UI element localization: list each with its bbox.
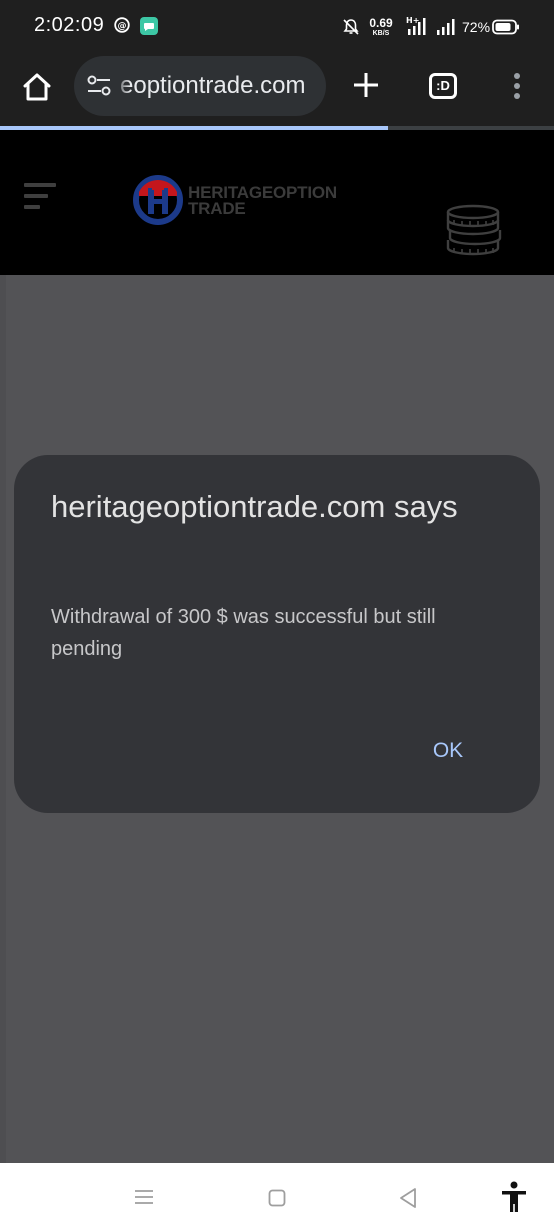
network-speed-unit: KB/S (372, 30, 390, 37)
url-fade (114, 56, 130, 116)
network-speed-value: 0.69 (369, 16, 393, 30)
svg-text:@: @ (118, 22, 127, 32)
home-square-icon[interactable] (268, 1189, 286, 1207)
dialog-title: heritageoptiontrade.com says (51, 489, 458, 524)
recents-icon[interactable] (134, 1187, 154, 1207)
coins-stack-icon[interactable] (442, 204, 506, 260)
browser-toolbar: eoptiontrade.com :D (0, 56, 554, 128)
battery-percent: 72% (462, 19, 491, 35)
system-navigation-bar (0, 1163, 554, 1231)
alert-dialog: heritageoptiontrade.com says Withdrawal … (14, 455, 540, 813)
app-notification-icon (140, 17, 158, 35)
plus-icon[interactable] (352, 71, 380, 99)
accessibility-icon[interactable] (500, 1181, 528, 1213)
status-time: 2:02:09 (34, 14, 105, 36)
network-speed: 0.69 KB/S (366, 17, 396, 37)
home-icon[interactable] (20, 70, 54, 104)
network-type-label: H+ (406, 16, 419, 25)
battery-icon (492, 19, 519, 35)
ok-button[interactable]: OK (416, 731, 480, 771)
site-logo-text[interactable]: HERITAGEOPTION TRADE (188, 184, 337, 218)
overflow-menu-icon[interactable] (510, 71, 524, 101)
dialog-message: Withdrawal of 300 $ was successful but s… (51, 606, 436, 660)
tab-switcher-icon[interactable]: :D (429, 73, 457, 99)
status-bar: 2:02:09 @ 0.69 KB/S H+ 72% (0, 0, 554, 56)
site-header: HERITAGEOPTION TRADE (0, 130, 554, 275)
url-text[interactable]: eoptiontrade.com (120, 72, 305, 100)
scrim-edge (0, 275, 6, 1163)
phone-screen: 2:02:09 @ 0.69 KB/S H+ 72% eoptiontrade.… (0, 0, 554, 1231)
mute-bell-icon (343, 19, 359, 35)
threads-icon: @ (114, 17, 130, 33)
site-logo-icon[interactable] (132, 174, 184, 226)
hamburger-menu-icon[interactable] (24, 183, 58, 213)
back-triangle-icon[interactable] (398, 1187, 418, 1209)
site-logo-line2: TRADE (188, 199, 246, 218)
signal-icon: H+ (406, 16, 426, 35)
address-bar[interactable]: eoptiontrade.com (74, 56, 326, 116)
site-settings-icon[interactable] (86, 75, 112, 97)
signal-icon (437, 19, 455, 35)
